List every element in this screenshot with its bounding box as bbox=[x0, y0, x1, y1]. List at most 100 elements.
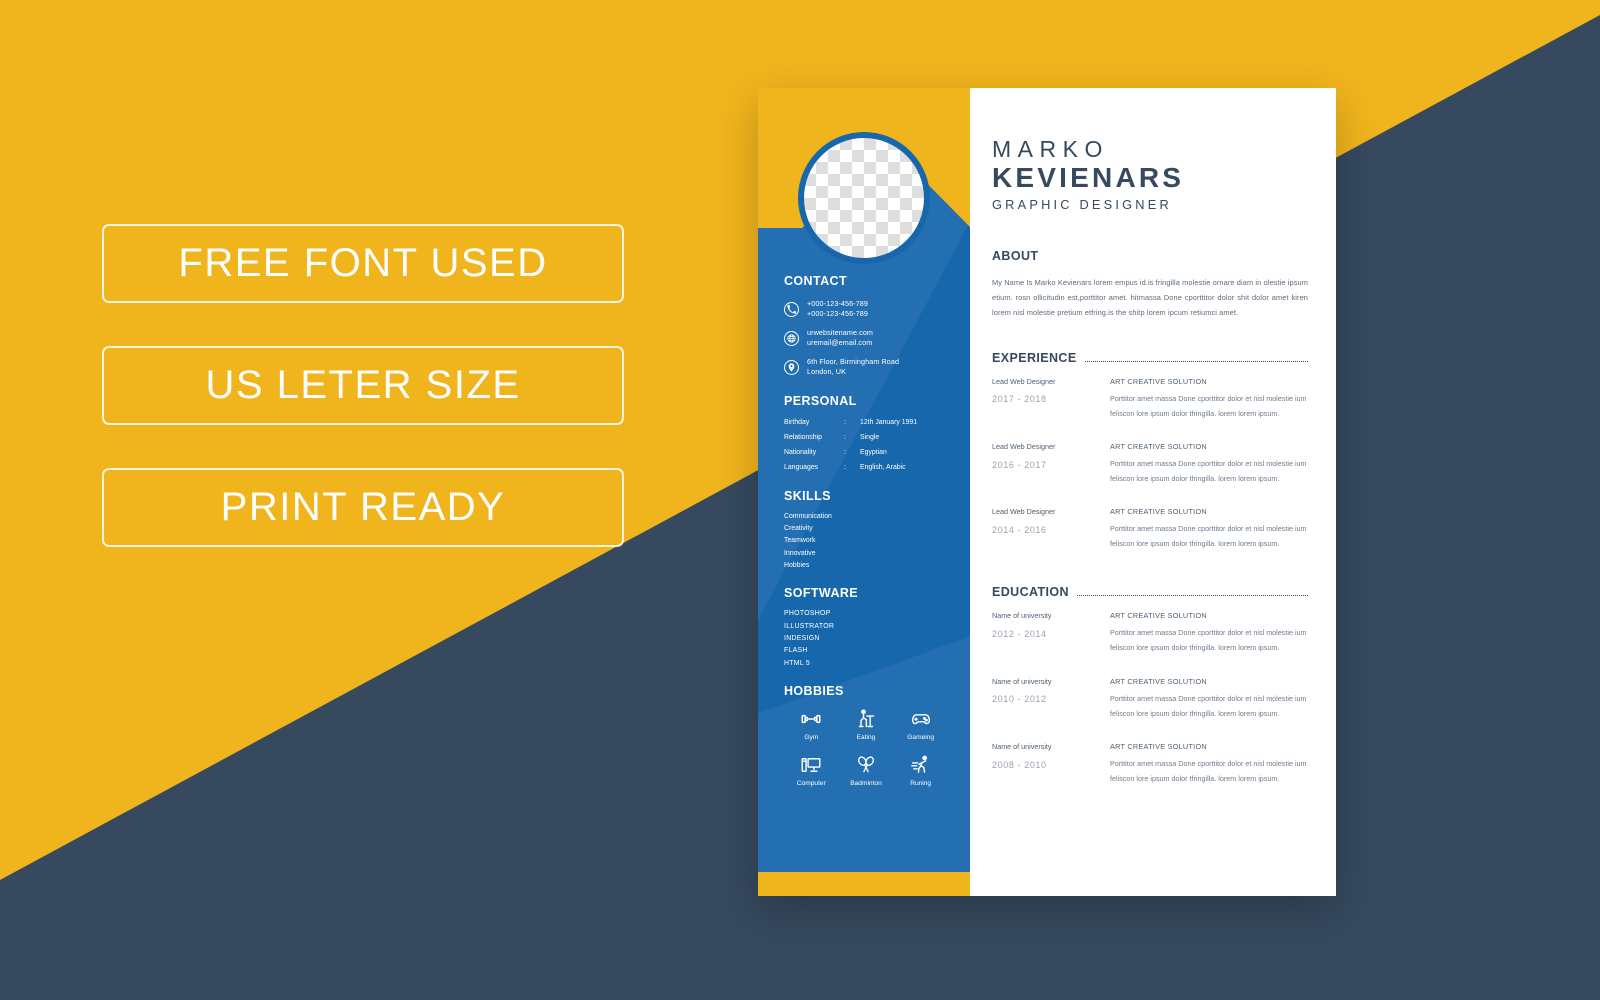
experience-entry-meta: Lead Web Designer 2016 - 2017 bbox=[992, 442, 1110, 486]
experience-entry: Lead Web Designer 2014 - 2016 ART CREATI… bbox=[992, 507, 1308, 551]
education-years: 2010 - 2012 bbox=[992, 694, 1047, 705]
experience-entry: Lead Web Designer 2017 - 2018 ART CREATI… bbox=[992, 377, 1308, 421]
dumbbell-icon bbox=[801, 709, 821, 729]
software-row: INDESIGN bbox=[784, 635, 954, 643]
hobby-gym: Gym bbox=[784, 709, 839, 741]
skill-label: Hobbies bbox=[784, 562, 810, 570]
education-years: 2008 - 2010 bbox=[992, 759, 1047, 770]
dotted-rule bbox=[1084, 360, 1308, 362]
personal-separator: : bbox=[844, 418, 846, 426]
contact-email[interactable]: uremail@email.com bbox=[807, 338, 872, 347]
contact-address-values: 6th Floor, Birmingham Road London, UK bbox=[807, 357, 899, 378]
education-institution: Name of university bbox=[992, 676, 1052, 686]
education-years: 2012 - 2014 bbox=[992, 629, 1047, 639]
contact-website[interactable]: urwebsitename.com bbox=[807, 328, 873, 337]
software-bar-track bbox=[862, 637, 954, 641]
skill-bar-track bbox=[862, 552, 954, 556]
hobby-eating: Eating bbox=[839, 709, 894, 741]
hobby-label: Gameing bbox=[907, 733, 935, 741]
education-entry-body: ART CREATIVE SOLUTION Porttitor amet mas… bbox=[1110, 611, 1308, 655]
running-icon bbox=[910, 755, 931, 775]
experience-role: Lead Web Designer bbox=[992, 441, 1056, 451]
education-entry-meta: Name of university 2008 - 2010 bbox=[992, 742, 1110, 786]
dotted-rule bbox=[1076, 595, 1308, 597]
feature-badge-list: FREE FONT USED US LETER SIZE PRINT READY bbox=[102, 224, 624, 547]
feature-badge-label: FREE FONT USED bbox=[178, 241, 548, 285]
experience-entry-body: ART CREATIVE SOLUTION Porttitor amet mas… bbox=[1110, 507, 1308, 551]
software-label: HTML 5 bbox=[784, 659, 811, 667]
personal-separator: : bbox=[844, 448, 846, 456]
hobby-running: Runing bbox=[893, 755, 948, 787]
skill-label: Innovative bbox=[784, 549, 816, 557]
hobby-badminton: Badminton bbox=[839, 755, 894, 787]
hobbies-title: HOBBIES bbox=[784, 683, 844, 698]
skills-section: SKILLS Communication Creativity Teamwork… bbox=[758, 489, 970, 571]
personal-separator: : bbox=[844, 433, 846, 441]
experience-entry-body: ART CREATIVE SOLUTION Porttitor amet mas… bbox=[1110, 377, 1308, 421]
experience-heading: EXPERIENCE bbox=[992, 351, 1308, 365]
software-title: SOFTWARE bbox=[784, 586, 859, 601]
education-section: EDUCATION Name of university 2012 - 2014… bbox=[992, 585, 1308, 786]
resume-main: MARKO KEVIENARS GRAPHIC DESIGNER ABOUT M… bbox=[970, 88, 1336, 896]
software-row: HTML 5 bbox=[784, 659, 954, 668]
education-entry: Name of university 2008 - 2010 ART CREAT… bbox=[992, 742, 1308, 786]
education-company: ART CREATIVE SOLUTION bbox=[1110, 611, 1207, 621]
hobby-label: Gym bbox=[804, 733, 819, 741]
personal-key: Nationality bbox=[784, 448, 817, 456]
gamepad-icon bbox=[911, 709, 931, 729]
location-pin-icon bbox=[784, 359, 799, 375]
education-entry-meta: Name of university 2012 - 2014 bbox=[992, 611, 1110, 655]
education-description: Porttitor amet massa Done cporttitor dol… bbox=[1110, 758, 1307, 783]
skill-row: Hobbies bbox=[784, 562, 954, 570]
contact-web-values: urwebsitename.com uremail@email.com bbox=[807, 328, 873, 349]
skill-row: Creativity bbox=[784, 525, 954, 533]
feature-badge-free-font: FREE FONT USED bbox=[102, 224, 624, 303]
experience-company: ART CREATIVE SOLUTION bbox=[1110, 507, 1207, 517]
phone-icon bbox=[784, 301, 799, 317]
feature-badge-letter-size: US LETER SIZE bbox=[102, 346, 624, 425]
contact-address-1: 6th Floor, Birmingham Road bbox=[807, 356, 900, 366]
experience-role: Lead Web Designer bbox=[992, 507, 1056, 517]
personal-title: PERSONAL bbox=[784, 393, 857, 408]
contact-address-2: London, UK bbox=[807, 367, 846, 377]
software-row: ILLUSTRATOR bbox=[784, 623, 954, 631]
skill-label: Creativity bbox=[784, 525, 813, 533]
skills-title: SKILLS bbox=[784, 488, 831, 503]
experience-years: 2014 - 2016 bbox=[992, 524, 1047, 535]
hobby-label: Computer bbox=[796, 779, 826, 787]
feature-badge-print-ready: PRINT READY bbox=[102, 468, 624, 547]
education-heading: EDUCATION bbox=[992, 585, 1308, 599]
hobbies-grid: Gym Eating Gameing Computer Badminton Ru… bbox=[784, 709, 954, 787]
contact-phone-1: +000-123-456-789 bbox=[807, 299, 868, 308]
skill-row: Communication bbox=[784, 513, 954, 521]
software-bar-track bbox=[862, 650, 954, 654]
personal-row-languages: Languages : English, Arabic bbox=[784, 464, 954, 473]
education-entry: Name of university 2012 - 2014 ART CREAT… bbox=[992, 611, 1308, 655]
education-description: Porttitor amet massa Done cporttitor dol… bbox=[1110, 693, 1307, 718]
personal-key: Relationship bbox=[784, 433, 822, 441]
personal-separator: : bbox=[844, 464, 846, 471]
experience-role: Lead Web Designer bbox=[992, 376, 1056, 386]
about-section: ABOUT My Name Is Marko Kevienars lorem e… bbox=[992, 249, 1308, 321]
experience-description: Porttitor amet massa Done cporttitor dol… bbox=[1110, 393, 1307, 418]
skill-bar-track bbox=[862, 515, 954, 519]
hobbies-section: HOBBIES Gym Eating Gameing Computer Badm… bbox=[758, 684, 970, 787]
experience-years: 2016 - 2017 bbox=[992, 459, 1047, 470]
personal-key: Languages bbox=[784, 464, 819, 471]
contact-section: CONTACT +000-123-456-789 +000-123-456-78… bbox=[758, 274, 970, 378]
skill-row: Teamwork bbox=[784, 538, 954, 545]
experience-title: EXPERIENCE bbox=[992, 350, 1077, 365]
personal-section: PERSONAL Birthday : 12th January 1991 Re… bbox=[758, 394, 970, 473]
yellow-bottom-bar bbox=[758, 872, 970, 896]
eating-icon bbox=[856, 709, 876, 729]
about-title: ABOUT bbox=[992, 249, 1039, 264]
resume-card: CONTACT +000-123-456-789 +000-123-456-78… bbox=[758, 88, 1336, 896]
personal-value: Single bbox=[860, 433, 880, 441]
software-bar-track bbox=[862, 625, 954, 629]
personal-row-birthday: Birthday : 12th January 1991 bbox=[784, 419, 954, 428]
skill-bar-track bbox=[862, 527, 954, 531]
personal-value: 12th January 1991 bbox=[860, 418, 918, 426]
software-label: PHOTOSHOP bbox=[784, 610, 831, 618]
computer-icon bbox=[801, 755, 821, 775]
software-bar-track bbox=[862, 662, 954, 666]
